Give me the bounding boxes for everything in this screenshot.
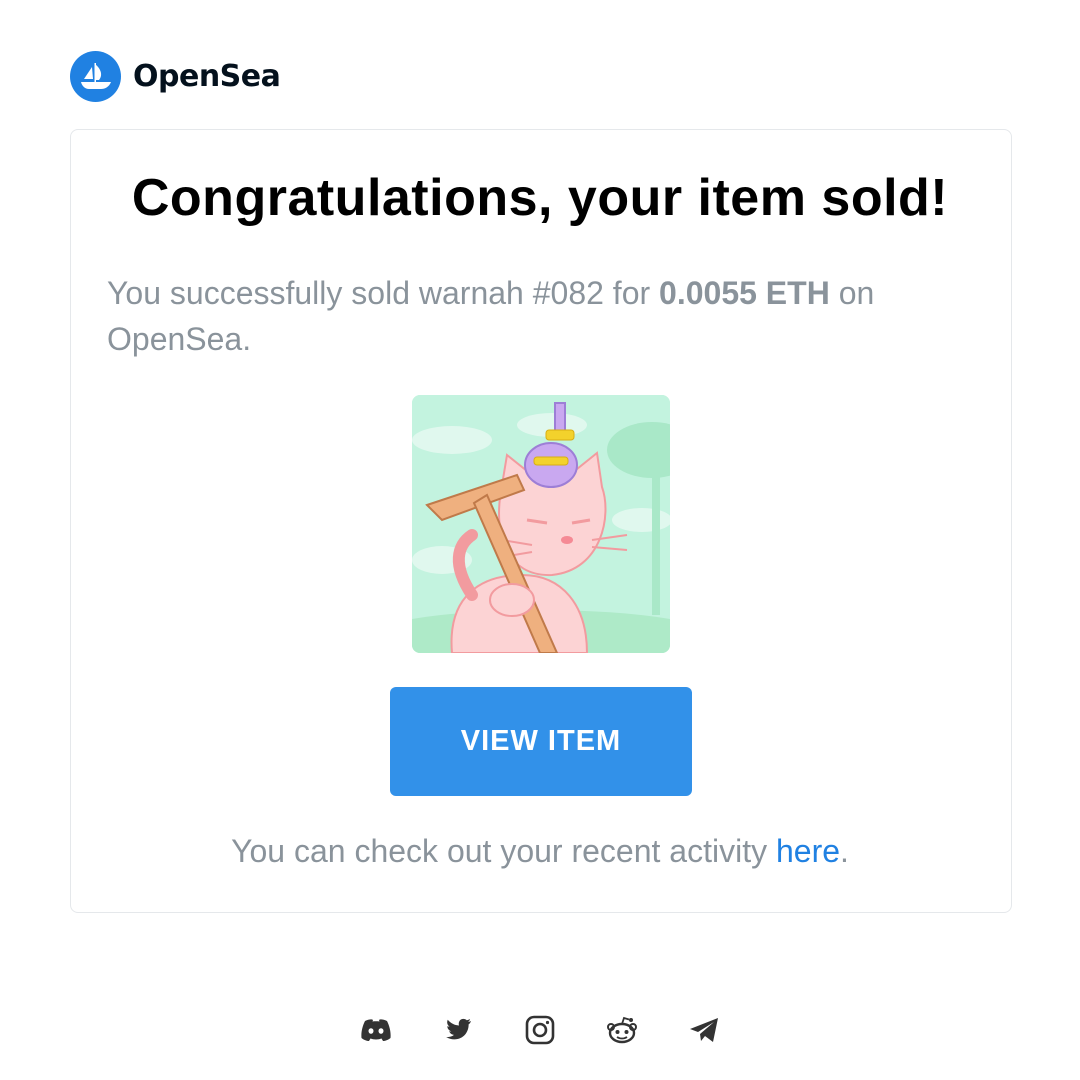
discord-icon[interactable] xyxy=(358,1012,394,1048)
nft-image[interactable] xyxy=(412,395,670,653)
header: OpenSea xyxy=(70,51,281,102)
activity-text: You can check out your recent activity h… xyxy=(0,833,1080,870)
activity-here-link[interactable]: here xyxy=(776,833,840,869)
sale-price: 0.0055 ETH xyxy=(659,275,830,311)
twitter-icon[interactable] xyxy=(440,1012,476,1048)
brand-name[interactable]: OpenSea xyxy=(133,59,281,94)
instagram-icon[interactable] xyxy=(522,1012,558,1048)
activity-suffix: . xyxy=(840,833,849,869)
page-title: Congratulations, your item sold! xyxy=(131,169,949,227)
activity-prefix: You can check out your recent activity xyxy=(231,833,776,869)
reddit-icon[interactable] xyxy=(604,1012,640,1048)
message-prefix: You successfully sold warnah #082 for xyxy=(107,275,660,311)
sale-message: You successfully sold warnah #082 for 0.… xyxy=(107,270,987,362)
social-links xyxy=(0,1012,1080,1048)
opensea-logo-icon[interactable] xyxy=(70,51,121,102)
telegram-icon[interactable] xyxy=(686,1012,722,1048)
view-item-button[interactable]: VIEW ITEM xyxy=(390,687,692,796)
